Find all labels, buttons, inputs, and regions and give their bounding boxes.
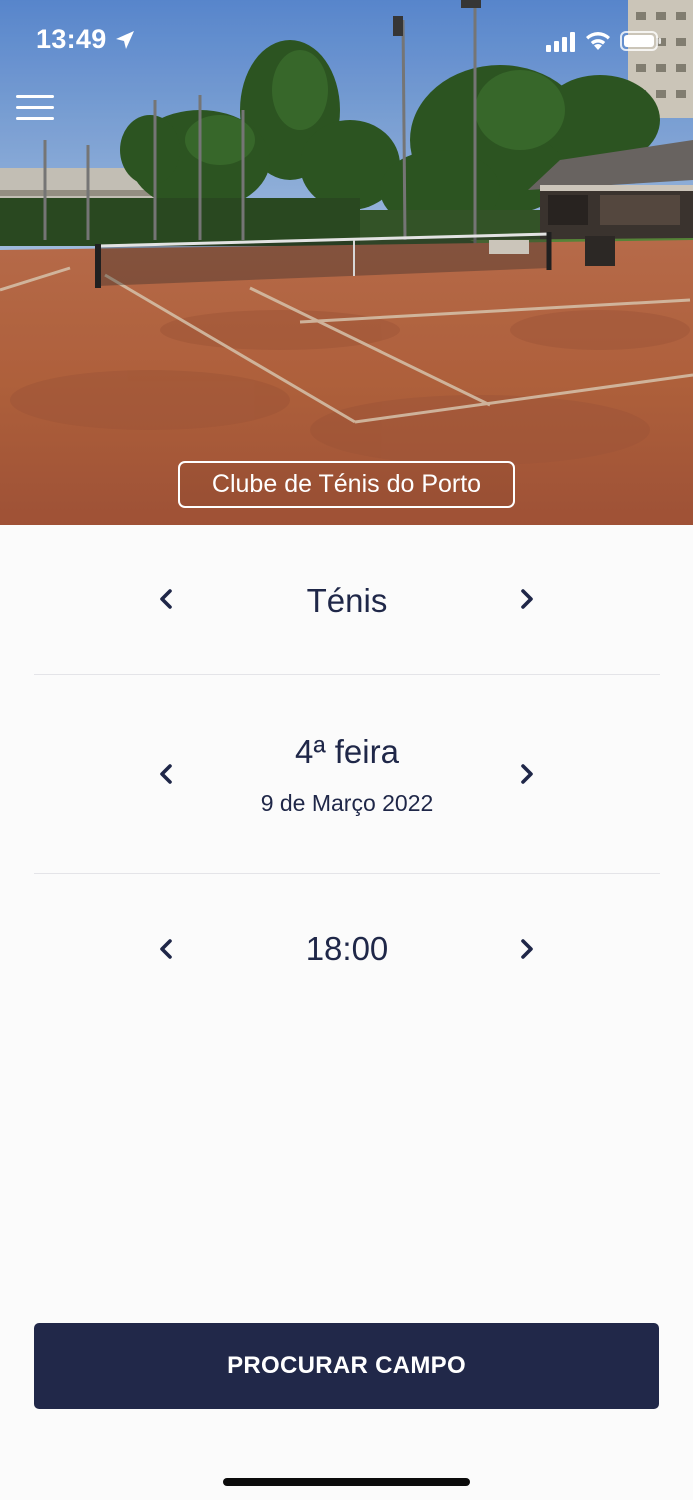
chevron-right-icon	[521, 589, 533, 609]
time-next-button[interactable]	[507, 929, 547, 969]
club-name-badge: Clube de Ténis do Porto	[178, 461, 515, 508]
home-indicator[interactable]	[223, 1478, 470, 1486]
cellular-signal-icon	[546, 32, 575, 52]
location-arrow-icon	[116, 31, 134, 49]
hamburger-menu-icon[interactable]	[16, 95, 54, 121]
sport-selector: Ténis	[34, 560, 660, 675]
search-court-button[interactable]: PROCURAR CAMPO	[34, 1323, 659, 1409]
time-selector: 18:00	[34, 874, 660, 1034]
status-bar: 13:49	[0, 0, 693, 82]
sport-value: Ténis	[306, 582, 388, 619]
chevron-right-icon	[521, 939, 533, 959]
hero-banner: 13:49 Clube de Ténis do Porto	[0, 0, 693, 525]
chevron-right-icon	[521, 764, 533, 784]
date-weekday: 4ª feira	[295, 733, 399, 770]
wifi-icon	[586, 32, 610, 50]
battery-icon	[620, 31, 661, 51]
date-selector: 4ª feira 9 de Março 2022	[34, 675, 660, 874]
date-next-button[interactable]	[507, 754, 547, 794]
time-value: 18:00	[305, 930, 389, 967]
sport-next-button[interactable]	[507, 579, 547, 619]
status-time: 13:49	[36, 24, 107, 54]
date-full: 9 de Março 2022	[260, 790, 434, 816]
